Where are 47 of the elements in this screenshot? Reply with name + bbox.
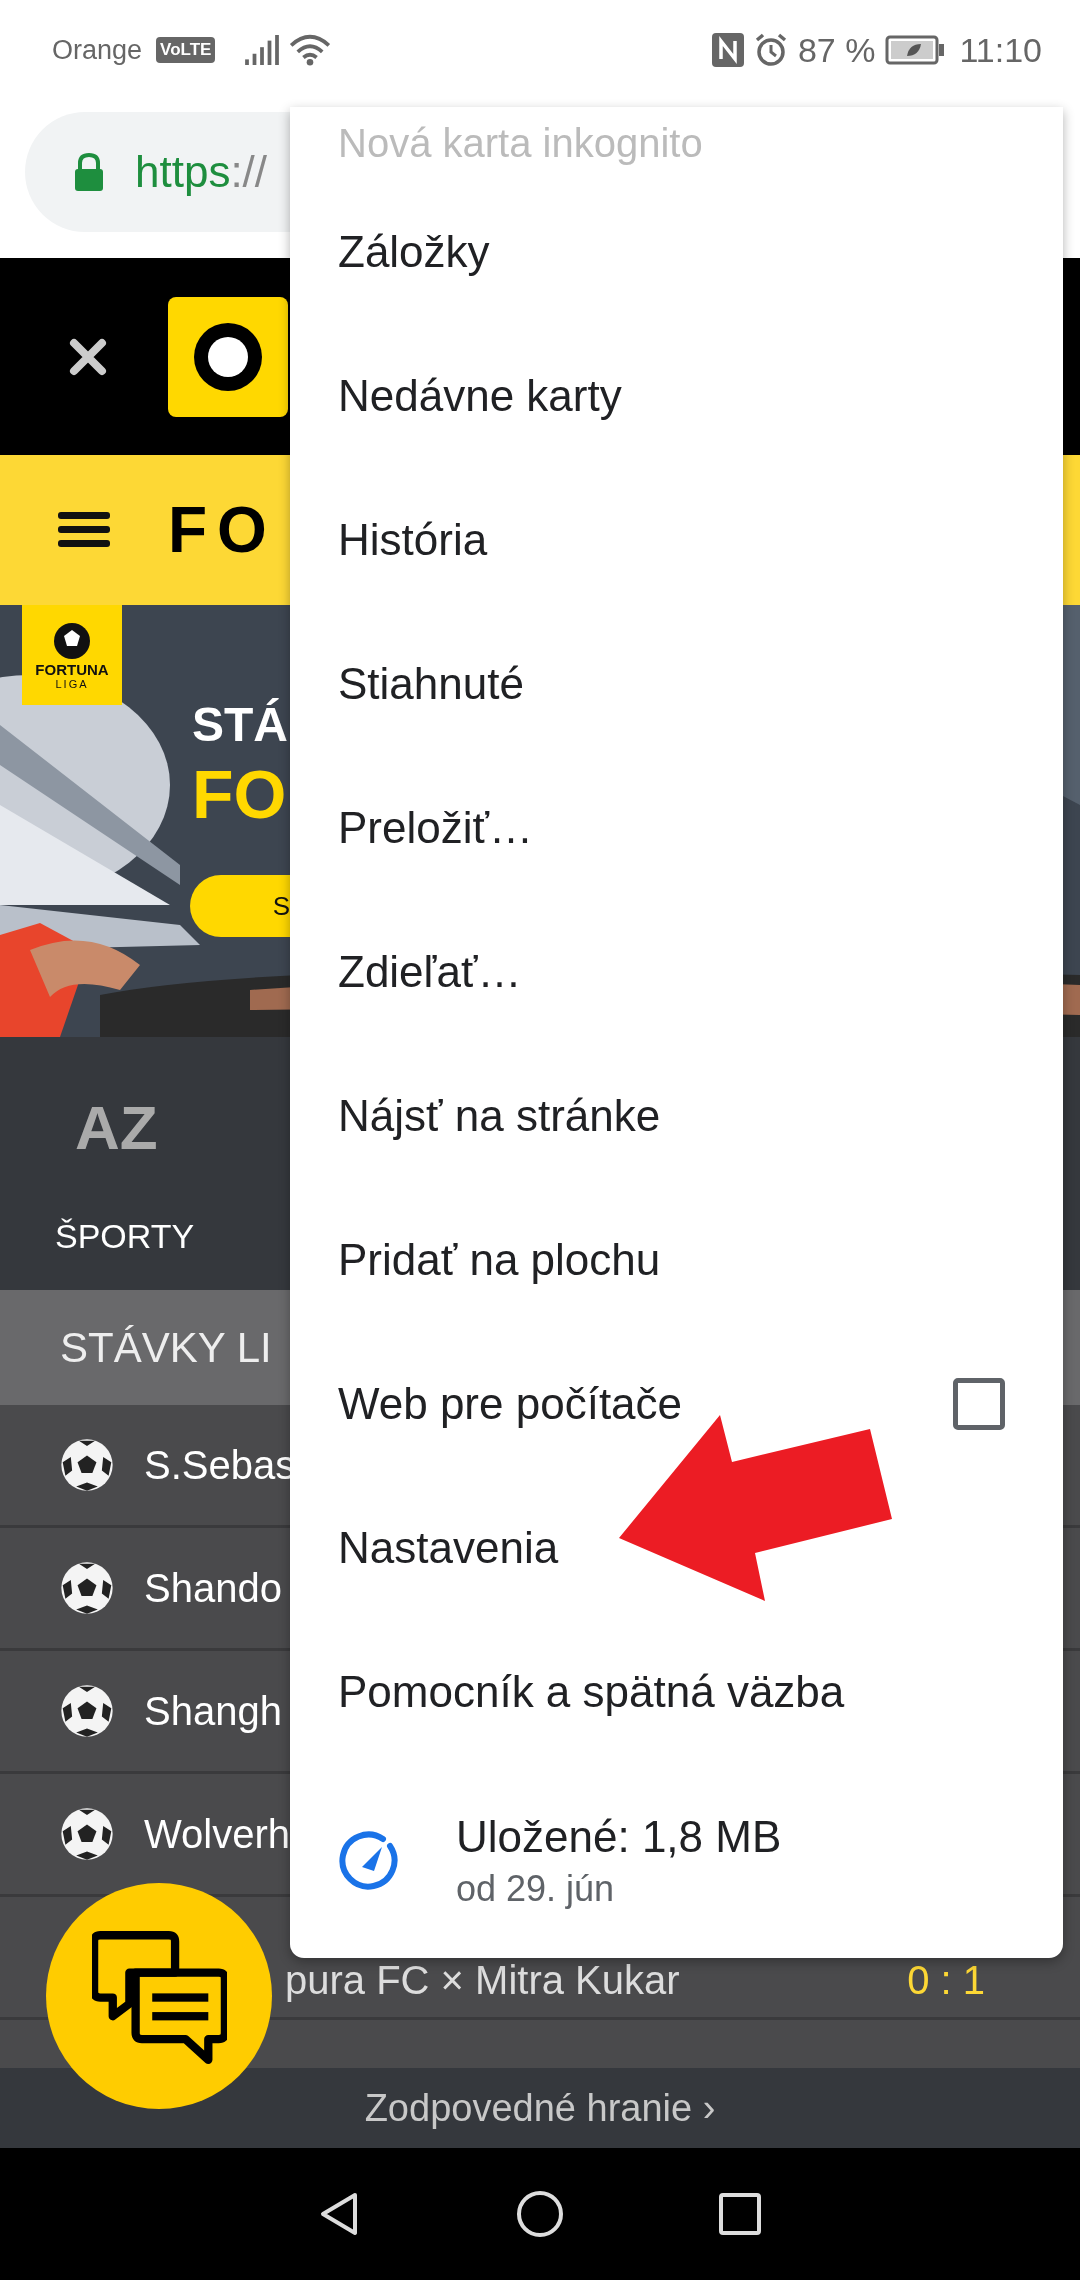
banner-brand: FO: [192, 755, 287, 833]
volte-badge: VoLTE: [156, 37, 216, 63]
url-scheme: https: [135, 147, 231, 197]
badge-title: FORTUNA: [35, 660, 109, 678]
football-icon: [60, 1561, 114, 1615]
match-score: 0 : 1: [907, 1958, 985, 2003]
battery-icon: [885, 35, 946, 65]
section-title: STÁVKY LI: [60, 1323, 272, 1372]
menu-item[interactable]: História: [290, 468, 1063, 612]
responsible-gaming-link[interactable]: Zodpovedné hranie ›: [364, 2086, 716, 2130]
football-icon: [60, 1684, 114, 1738]
football-icon: [60, 1807, 114, 1861]
match-name: pura FC × Mitra Kukar: [285, 1958, 680, 2003]
match-name: Wolverh: [144, 1811, 290, 1857]
nfc-icon: [711, 33, 744, 67]
close-icon[interactable]: [68, 336, 108, 377]
carrier-name: Orange: [52, 34, 143, 66]
url-separator: ://: [230, 147, 268, 197]
menu-icon[interactable]: [58, 512, 110, 548]
app-logo-icon: [168, 296, 288, 417]
wifi-icon: [289, 34, 332, 66]
menu-item[interactable]: Nedávne karty: [290, 324, 1063, 468]
sports-tab[interactable]: ŠPORTY: [55, 1217, 195, 1256]
data-saver-item[interactable]: Uložené: 1,8 MB od 29. jún: [290, 1764, 1063, 1958]
clock-time: 11:10: [959, 30, 1042, 70]
battery-percent: 87 %: [797, 30, 876, 70]
data-saved-label: Uložené: 1,8 MB: [456, 1812, 782, 1862]
menu-item[interactable]: Nájsť na stránke: [290, 1044, 1063, 1188]
checkbox[interactable]: [953, 1378, 1005, 1430]
chat-icon: [91, 1928, 227, 2064]
football-icon: [52, 620, 92, 661]
badge-subtitle: LIGA: [55, 677, 89, 690]
home-icon[interactable]: [515, 2189, 565, 2239]
alarm-icon: [753, 33, 788, 67]
lock-icon: [73, 152, 105, 192]
football-icon: [60, 1438, 114, 1492]
brand-logo: FO: [168, 493, 277, 567]
menu-item[interactable]: Stiahnuté: [290, 612, 1063, 756]
signal-icon: [245, 35, 280, 65]
menu-item[interactable]: Pridať na plochu: [290, 1188, 1063, 1332]
data-saved-date: od 29. jún: [456, 1868, 616, 1910]
match-name: Shando: [144, 1565, 282, 1611]
speedometer-icon: [338, 1831, 398, 1891]
menu-item[interactable]: Pomocník a spätná väzba: [290, 1620, 1063, 1764]
match-name: Shangh: [144, 1688, 282, 1734]
banner-headline: STÁ: [192, 697, 288, 752]
az-label[interactable]: AZ: [75, 1092, 158, 1163]
